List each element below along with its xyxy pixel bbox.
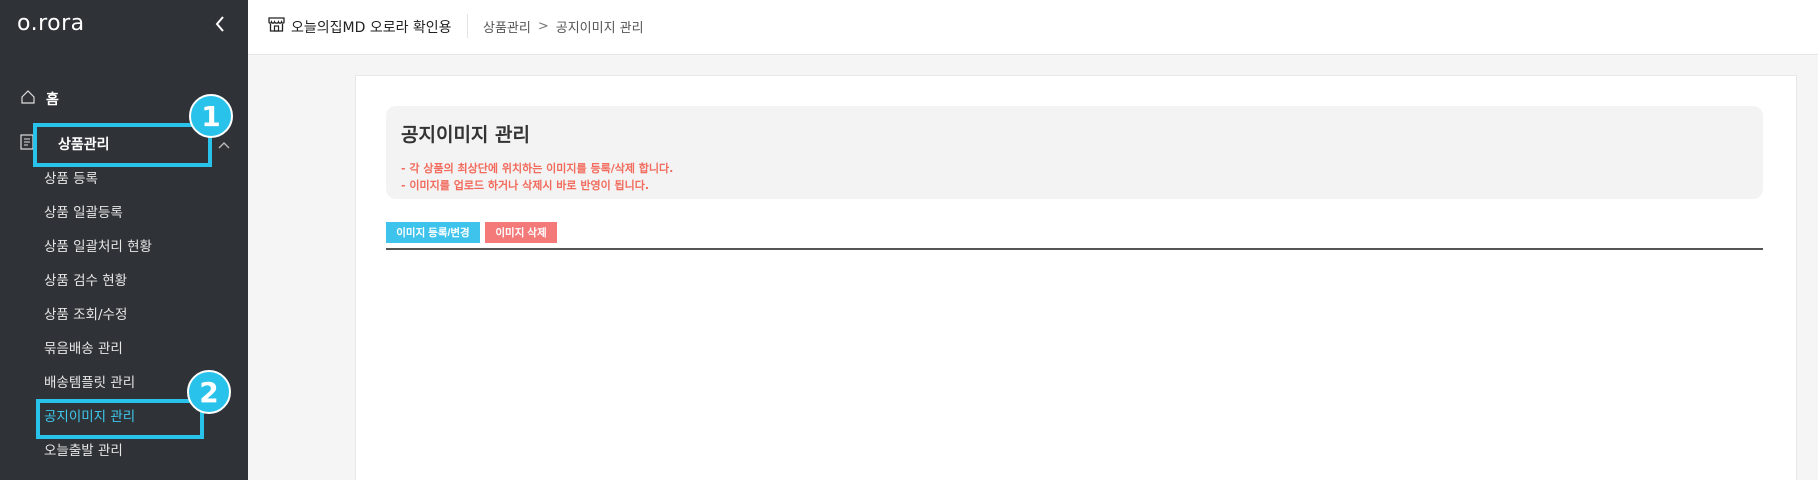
sidebar-item-today-departure[interactable]: 오늘출발 관리 bbox=[44, 440, 123, 462]
step-badge-1: 1 bbox=[189, 94, 233, 138]
header-divider bbox=[467, 14, 468, 38]
store-icon bbox=[268, 16, 285, 37]
notice-box: 공지이미지 관리 - 각 상품의 최상단에 위치하는 이미지를 등록/삭제 합니… bbox=[386, 106, 1763, 199]
breadcrumb-separator: > bbox=[537, 19, 549, 34]
sidebar-item-product-register[interactable]: 상품 등록 bbox=[44, 168, 98, 190]
content-panel: 공지이미지 관리 - 각 상품의 최상단에 위치하는 이미지를 등록/삭제 합니… bbox=[355, 75, 1797, 480]
sidebar-item-product-edit[interactable]: 상품 조회/수정 bbox=[44, 304, 127, 326]
breadcrumb-item[interactable]: 상품관리 bbox=[483, 17, 531, 36]
delete-image-button[interactable]: 이미지 삭제 bbox=[485, 222, 557, 243]
breadcrumb-current: 공지이미지 관리 bbox=[555, 21, 644, 36]
notice-line: - 각 상품의 최상단에 위치하는 이미지를 등록/삭제 합니다. bbox=[401, 162, 674, 175]
sidebar-collapse-button[interactable] bbox=[210, 12, 230, 40]
chevron-left-icon bbox=[215, 16, 225, 36]
shop-name: 오늘의집MD 오로라 확인용 bbox=[291, 19, 452, 36]
page-title: 공지이미지 관리 bbox=[401, 124, 530, 146]
shop-selector[interactable]: 오늘의집MD 오로라 확인용 bbox=[268, 16, 452, 37]
sidebar-item-shipping-template[interactable]: 배송템플릿 관리 bbox=[44, 372, 135, 394]
sidebar-item-label: 홈 bbox=[46, 92, 59, 108]
logo[interactable]: o.rora bbox=[17, 11, 85, 36]
register-image-button[interactable]: 이미지 등록/변경 bbox=[386, 222, 480, 243]
sidebar-item-bulk-status[interactable]: 상품 일괄처리 현황 bbox=[44, 236, 152, 258]
home-icon bbox=[20, 89, 36, 109]
sidebar-item-bundle-shipping[interactable]: 묶음배송 관리 bbox=[44, 338, 123, 360]
highlight-box-1 bbox=[33, 123, 212, 167]
breadcrumb: 상품관리 > 공지이미지 관리 bbox=[483, 17, 644, 36]
sidebar-item-bulk-register[interactable]: 상품 일괄등록 bbox=[44, 202, 123, 224]
sidebar-item-home[interactable]: 홈 bbox=[20, 88, 59, 110]
highlight-box-2 bbox=[36, 399, 204, 439]
notice-line: - 이미지를 업로드 하거나 삭제시 바로 반영이 됩니다. bbox=[401, 179, 650, 192]
document-icon bbox=[20, 134, 34, 154]
step-badge-2: 2 bbox=[187, 370, 231, 414]
chevron-up-icon[interactable] bbox=[218, 134, 230, 153]
sidebar: o.rora 홈 상품관리 상품 등록 상품 일괄등록 상품 일괄처리 현황 상… bbox=[0, 0, 248, 480]
divider-line bbox=[386, 248, 1763, 250]
top-header: 오늘의집MD 오로라 확인용 상품관리 > 공지이미지 관리 bbox=[248, 0, 1818, 55]
sidebar-item-inspection-status[interactable]: 상품 검수 현황 bbox=[44, 270, 127, 292]
